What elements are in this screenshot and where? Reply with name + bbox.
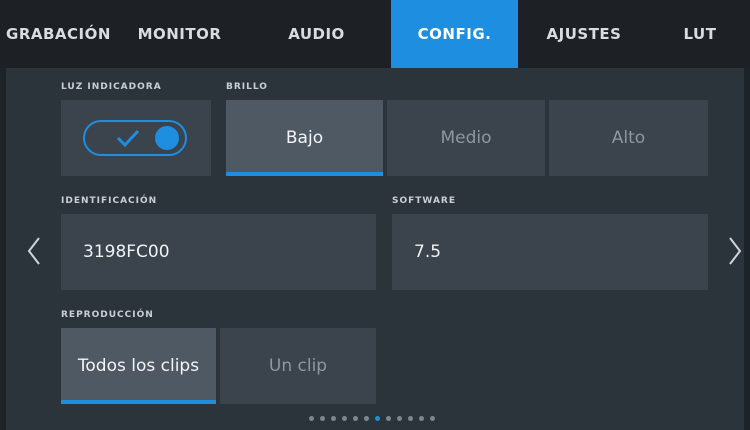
tab-grabacion[interactable]: GRABACIÓN: [0, 0, 117, 68]
chevron-left-icon[interactable]: [26, 236, 42, 266]
chevron-right-icon[interactable]: [727, 236, 743, 266]
playback-option-all-clips[interactable]: Todos los clips: [61, 328, 216, 404]
playback-option-label: Todos los clips: [77, 356, 200, 376]
page-dot: [397, 416, 402, 421]
tab-monitor[interactable]: MONITOR: [117, 0, 242, 68]
page-dot: [364, 416, 369, 421]
brightness-label: BRILLO: [226, 82, 268, 92]
page-dot: [419, 416, 424, 421]
software-label: SOFTWARE: [392, 196, 456, 206]
page-dot: [309, 416, 314, 421]
page-indicator: [309, 416, 441, 421]
page-dot-current: [375, 416, 380, 421]
brightness-option-label: Medio: [440, 128, 492, 148]
identification-field[interactable]: 3198FC00: [61, 214, 376, 290]
selection-indicator: [61, 400, 216, 404]
software-value: 7.5: [414, 242, 442, 262]
check-icon: [116, 129, 140, 148]
software-field: 7.5: [392, 214, 708, 290]
page-dot: [353, 416, 358, 421]
playback-option-one-clip[interactable]: Un clip: [220, 328, 376, 404]
tab-bar: GRABACIÓN MONITOR AUDIO CONFIG. AJUSTES …: [0, 0, 750, 68]
page-dot: [386, 416, 391, 421]
playback-label: REPRODUCCIÓN: [61, 310, 154, 320]
brightness-option-bajo[interactable]: Bajo: [226, 100, 383, 176]
brightness-option-medio[interactable]: Medio: [387, 100, 545, 176]
identification-value: 3198FC00: [83, 242, 170, 262]
tab-audio[interactable]: AUDIO: [242, 0, 391, 68]
brightness-option-label: Alto: [611, 128, 646, 148]
tally-toggle[interactable]: [83, 120, 187, 156]
tab-ajustes[interactable]: AJUSTES: [518, 0, 650, 68]
toggle-knob: [155, 126, 179, 150]
playback-option-label: Un clip: [268, 356, 328, 376]
brightness-option-alto[interactable]: Alto: [549, 100, 708, 176]
page-dot: [342, 416, 347, 421]
selection-indicator: [226, 172, 383, 176]
page-dot: [331, 416, 336, 421]
tab-lut[interactable]: LUT: [650, 0, 750, 68]
brightness-option-label: Bajo: [285, 128, 324, 148]
tally-label: LUZ INDICADORA: [61, 82, 162, 92]
identification-label: IDENTIFICACIÓN: [61, 196, 158, 206]
page-dot: [430, 416, 435, 421]
tab-config[interactable]: CONFIG.: [391, 0, 518, 68]
page-dot: [408, 416, 413, 421]
page-dot: [320, 416, 325, 421]
